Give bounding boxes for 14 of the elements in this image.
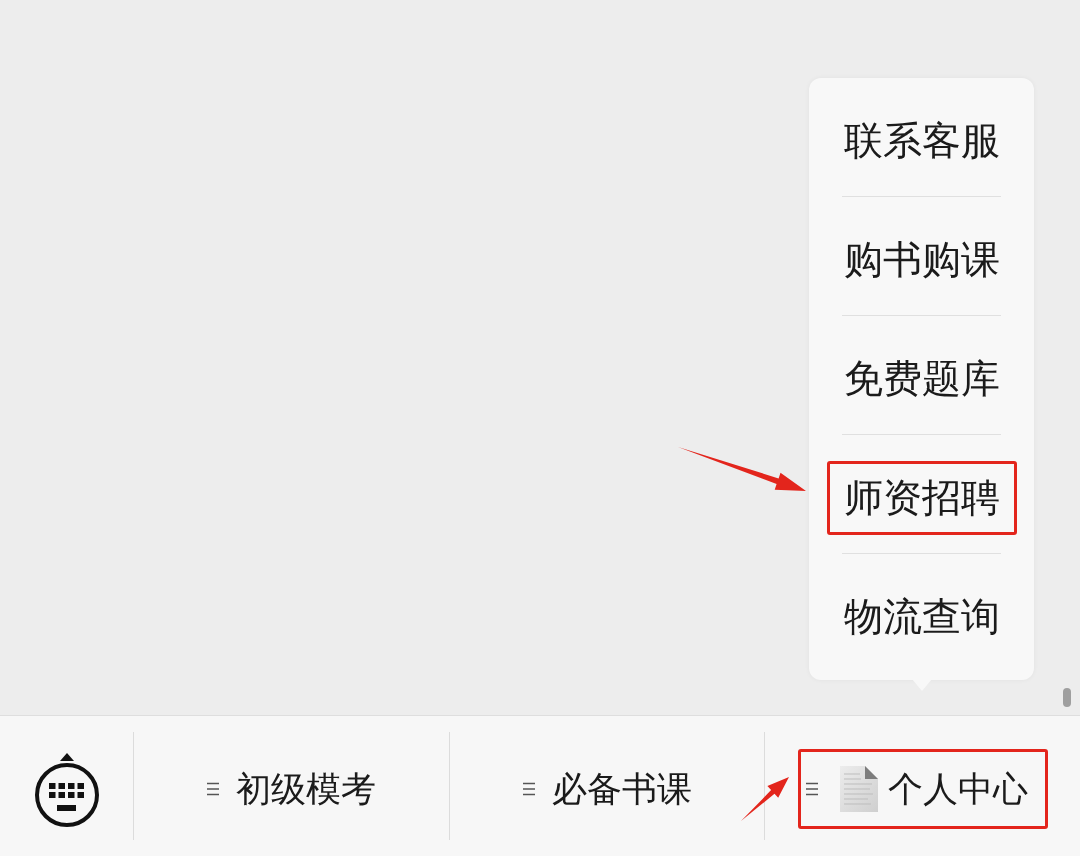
keyboard-icon[interactable] [32,752,101,828]
menu-item[interactable]: 物流查询 [843,594,1000,640]
menu-item[interactable]: 师资招聘 [843,475,1000,521]
menu-lines-icon [805,782,818,796]
menu-lines-icon [522,782,535,796]
document-icon [839,766,878,812]
menu-lines-icon [206,782,219,796]
menu-tab[interactable]: 个人中心 [805,766,1028,812]
menu-tab[interactable]: 必备书课 [522,766,692,812]
menu-item[interactable]: 购书购课 [843,237,1000,283]
menu-item[interactable]: 免费题库 [843,356,1000,402]
scrollbar-thumb[interactable] [1063,688,1071,707]
menu-tab[interactable]: 初级模考 [206,766,376,812]
menu-item[interactable]: 联系客服 [843,118,1000,164]
